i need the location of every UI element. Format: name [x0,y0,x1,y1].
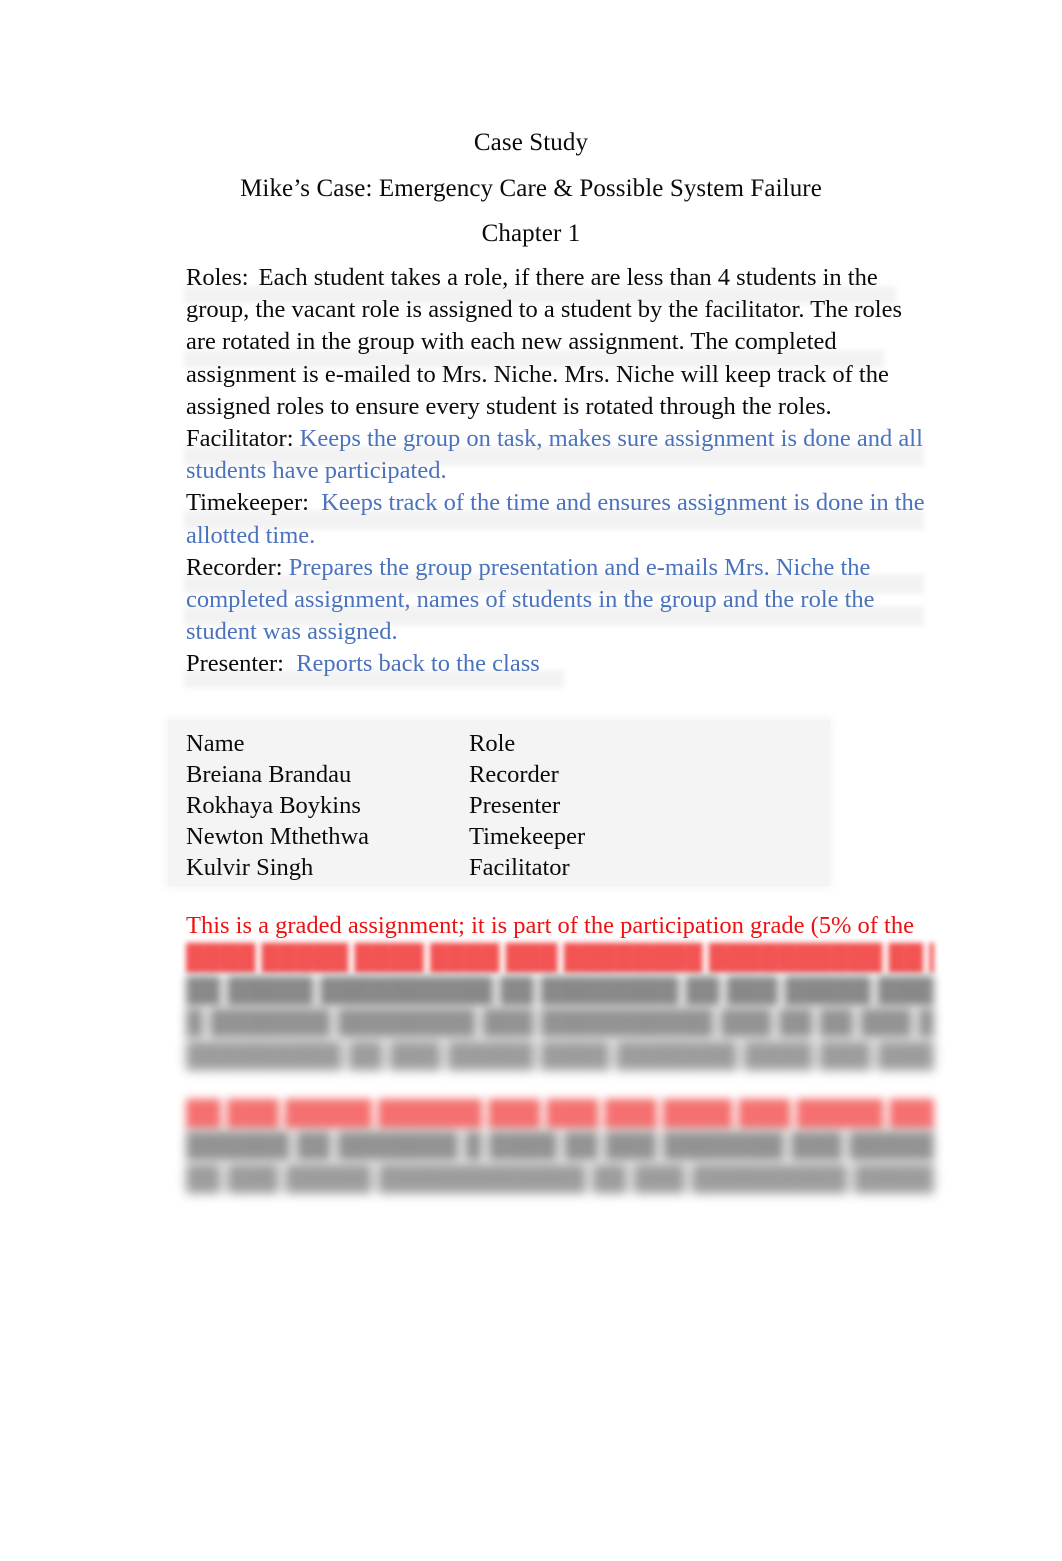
role-label-recorder: Recorder: [186,553,283,581]
case-subtitle: Mike’s Case: Emergency Care & Possible S… [240,174,822,202]
role-description-presenter: Reports back to the class [296,650,540,678]
role-label-presenter: Presenter: [186,650,284,678]
role-definition-presenter: Presenter: Reports back to the class [186,648,926,680]
notice-legible-line: This is a graded assignment; it is part … [186,912,914,939]
notice-illegible-line: ██ ███ █████ ████████████ ██ ███ ███████… [186,1164,934,1192]
role-label-timekeeper: Timekeeper: [186,489,309,517]
grading-breakdown-notice: ██ ███ █████ ██████ ███ ███ ███ ████ ███… [186,1098,934,1195]
graded-assignment-notice: This is a graded assignment; it is part … [186,910,934,1072]
document-page: Case Study Mike’s Case: Emergency Care &… [0,0,1062,1561]
cell-student-name: Newton Mthethwa [186,823,370,850]
cell-student-role: Recorder [469,761,559,788]
notice-illegible-line: █████████ ██ ███ █████ ████ ███████ ████… [186,1041,934,1069]
page-title: Case Study [473,129,589,156]
cell-student-name: Breiana Brandau [186,761,352,788]
roles-label: Roles: [186,264,249,291]
table-row: Breiana Brandau Recorder [186,759,816,790]
notice-illegible-line: ██ ███ █████ ██████ ███ ███ ███ ████ ███… [186,1100,934,1127]
chapter-heading: Chapter 1 [481,220,581,247]
document-headings: Case Study Mike’s Case: Emergency Care &… [0,120,1062,257]
notice-illegible-line: ██████ ██ ███████ █ ████ ██ ███ ███████ … [186,1132,934,1160]
role-definition-facilitator: Facilitator: Keeps the group on task, ma… [186,423,926,487]
role-definition-recorder: Recorder: Prepares the group presentatio… [186,552,926,649]
role-description-recorder: Prepares the group presentation and e-ma… [186,553,875,646]
roles-intro-paragraph: Roles: Each student takes a role, if ther… [186,262,926,423]
cell-student-role: Presenter [469,792,561,819]
cell-student-role: Timekeeper [469,823,586,850]
column-header-role: Role [469,730,516,757]
notice-illegible-line: █ ███████ ████████ ███ ██████████ ███ ██… [186,1009,934,1037]
notice-illegible-line: ████ █████ ████ ████ ███ ████████ ██████… [186,944,934,972]
table-row: Kulvir Singh Facilitator [186,852,816,883]
cell-student-role: Facilitator [469,854,570,881]
roles-intro-text: Each student takes a role, if there are … [186,264,902,420]
cell-student-name: Kulvir Singh [186,854,314,881]
table-row: Newton Mthethwa Timekeeper [186,821,816,852]
role-description-facilitator: Keeps the group on task, makes sure assi… [186,425,923,485]
notice-illegible-line: ██ █████ ██████████ ██ ████████ ██ ███ █… [186,976,934,1004]
roles-section: Roles: Each student takes a role, if ther… [186,262,926,681]
roster-table: Name Role Breiana Brandau Recorder Rokha… [168,720,830,886]
cell-student-name: Rokhaya Boykins [186,792,361,819]
role-definition-timekeeper: Timekeeper: Keeps track of the time and … [186,487,926,551]
table-row: Rokhaya Boykins Presenter [186,790,816,821]
role-label-facilitator: Facilitator: [186,425,294,453]
column-header-name: Name [186,730,245,757]
table-header-row: Name Role [186,728,816,759]
